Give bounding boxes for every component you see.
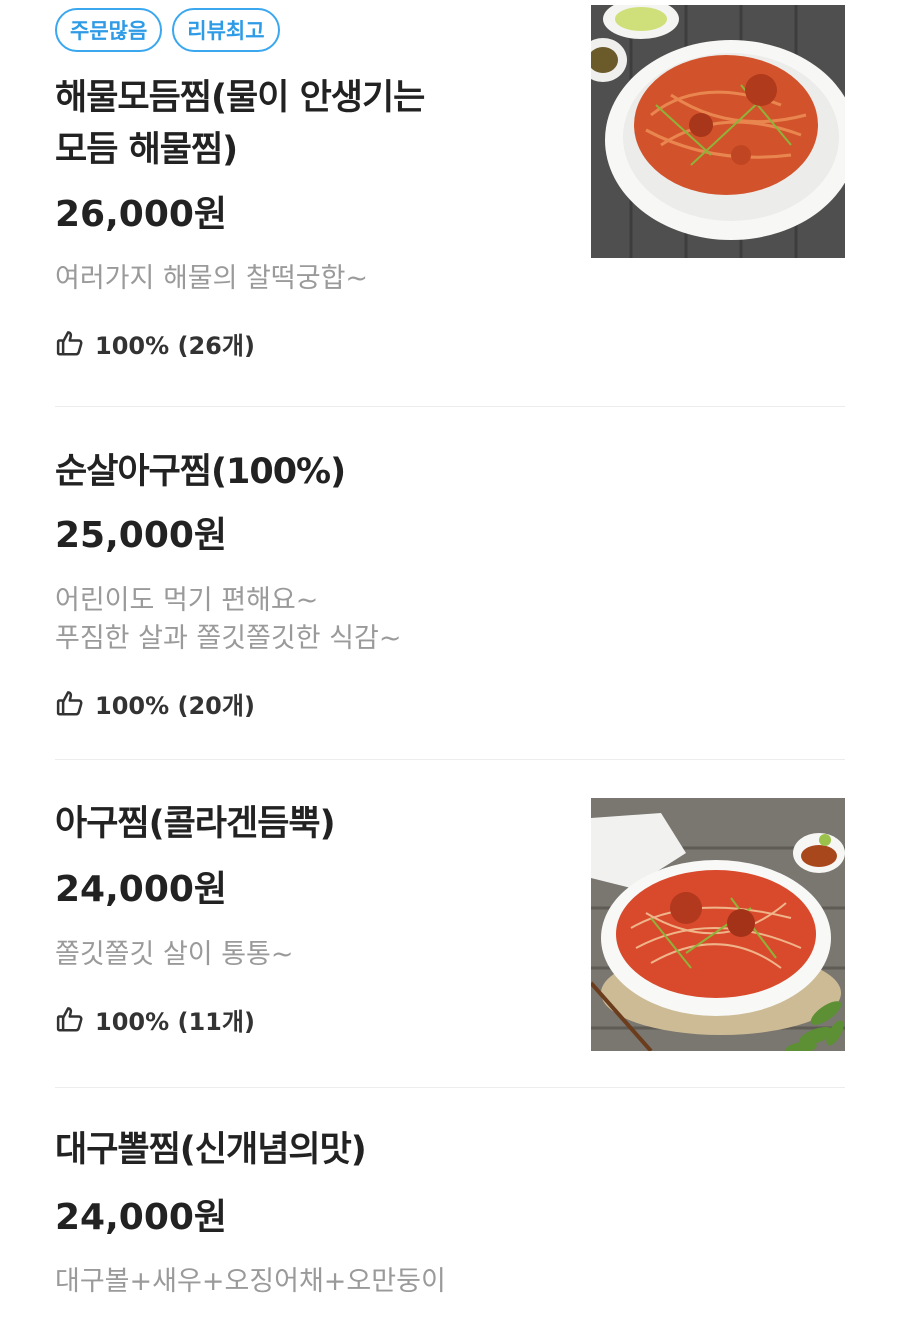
menu-item-boneless-monkfish[interactable]: 순살아구찜(100%) 25,000원 어린이도 먹기 편해요~ 푸짐한 살과 … (0, 408, 900, 760)
rating-text: 100% (11개) (95, 1007, 255, 1036)
badge-best-review: 리뷰최고 (172, 8, 280, 52)
menu-item-rating: 100% (11개) (55, 1002, 255, 1036)
menu-item-description: 여러가지 해물의 찰떡궁합~ (55, 263, 369, 294)
menu-item-description: 어린이도 먹기 편해요~ 푸짐한 살과 쫄깃쫄깃한 식감~ (55, 582, 401, 658)
rating-text: 100% (20개) (95, 691, 255, 720)
menu-item-photo (591, 798, 845, 1051)
badge-group: 주문많음 리뷰최고 (55, 8, 280, 52)
thumbs-up-icon (56, 331, 83, 356)
menu-item-name-line: 해물모듬찜(물이 안생기는 (55, 78, 425, 118)
menu-item-rating: 100% (20개) (55, 686, 255, 720)
menu-item-seafood-assorted[interactable]: 주문많음 리뷰최고 해물모듬찜(물이 안생기는 모듬 해물찜) 26,000원 … (0, 0, 900, 408)
menu-item-name-line: 대구뽈찜(신개념의맛) (55, 1130, 367, 1170)
menu-item-name: 해물모듬찜(물이 안생기는 모듬 해물찜) (55, 72, 425, 176)
thumbs-up-icon (56, 691, 83, 716)
menu-item-name: 아구찜(콜라겐듬뿍) (55, 798, 336, 850)
badge-popular-order: 주문많음 (55, 8, 163, 52)
menu-item-photo (591, 5, 845, 258)
menu-item-name: 대구뽈찜(신개념의맛) (55, 1124, 367, 1176)
divider (55, 406, 845, 407)
menu-item-name: 순살아구찜(100%) (55, 446, 346, 498)
menu-item-price: 24,000원 (55, 869, 228, 910)
menu-item-name-line: 아구찜(콜라겐듬뿍) (55, 804, 336, 844)
menu-item-name-line: 순살아구찜(100%) (55, 452, 346, 492)
menu-item-price: 26,000원 (55, 194, 228, 235)
description-line: 어린이도 먹기 편해요~ (55, 585, 319, 616)
description-line: 푸짐한 살과 쫄깃쫄깃한 식감~ (55, 623, 402, 654)
rating-text: 100% (26개) (95, 331, 255, 360)
menu-item-monkfish-collagen[interactable]: 아구찜(콜라겐듬뿍) 24,000원 쫄깃쫄깃 살이 통통~ 100% (11개… (0, 760, 900, 1088)
menu-item-description: 쫄깃쫄깃 살이 통통~ (55, 939, 294, 970)
menu-item-description: 대구볼+새우+오징어채+오만둥이 (55, 1266, 446, 1297)
menu-item-rating: 100% (26개) (55, 326, 255, 360)
menu-item-name-line: 모듬 해물찜) (55, 130, 238, 170)
menu-item-price: 25,000원 (55, 515, 228, 556)
menu-item-price: 24,000원 (55, 1197, 228, 1238)
menu-item-cod-cheek[interactable]: 대구뽈찜(신개념의맛) 24,000원 대구볼+새우+오징어채+오만둥이 (0, 1088, 900, 1324)
thumbs-up-icon (56, 1007, 83, 1032)
